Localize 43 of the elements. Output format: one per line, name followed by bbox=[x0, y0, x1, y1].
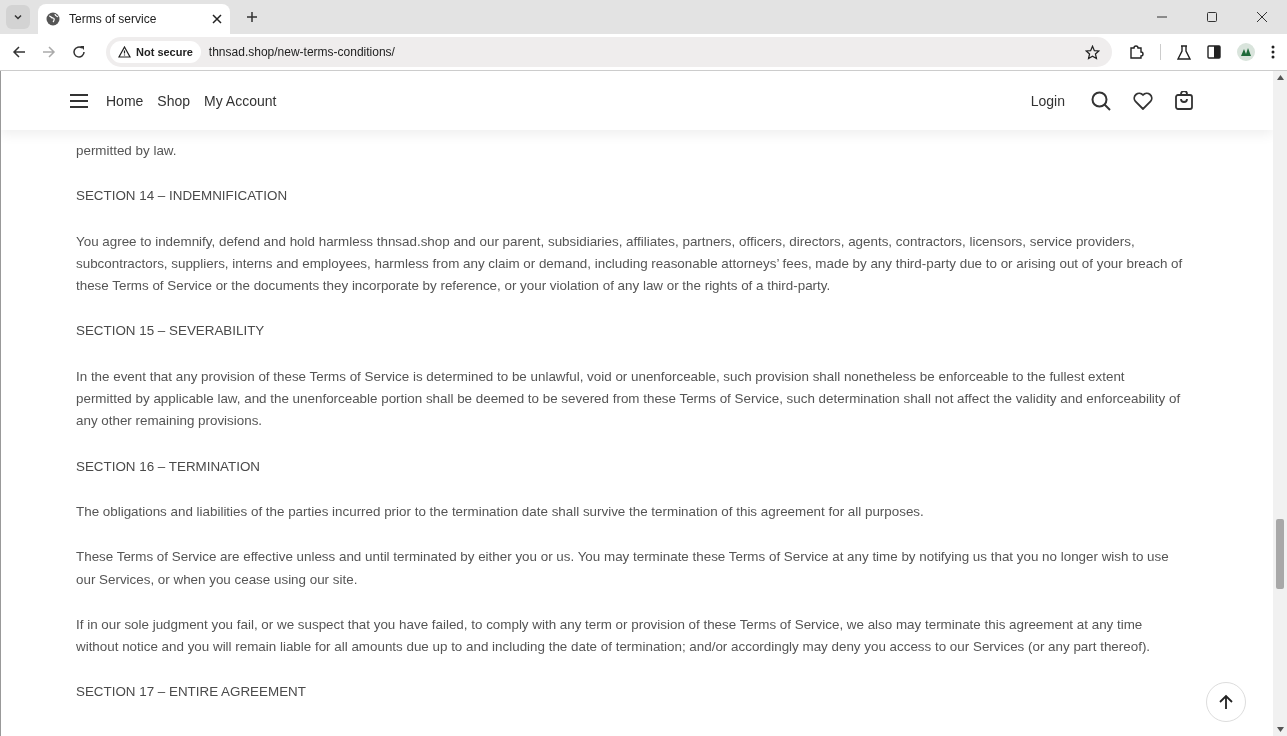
back-to-top-button[interactable] bbox=[1206, 682, 1246, 722]
hamburger-menu-icon[interactable] bbox=[70, 93, 88, 108]
scroll-up-icon[interactable] bbox=[1276, 75, 1284, 80]
login-link[interactable]: Login bbox=[1030, 92, 1065, 109]
puzzle-icon[interactable] bbox=[1128, 44, 1144, 60]
reload-icon[interactable] bbox=[72, 45, 86, 59]
scrollbar-thumb[interactable] bbox=[1276, 518, 1284, 589]
security-label: Not secure bbox=[136, 46, 193, 58]
star-icon[interactable] bbox=[1085, 44, 1100, 60]
close-window-icon[interactable] bbox=[1256, 11, 1268, 23]
paragraph: In the event that any provision of these Terms of Service is determined to be unlawful, void or unenforceable, such provision shall nonetheless be enforceable to the fullest extent permitted by applicable law, and the unenforceable portion shall be deemed to be severed from these Terms of Service, such determination shall not affect the validity and enforceability of any other remaining provisions. bbox=[76, 367, 1182, 431]
nav-link[interactable]: Shop bbox=[157, 92, 191, 109]
side-panel-icon[interactable] bbox=[1207, 45, 1221, 59]
profile-avatar[interactable] bbox=[1237, 43, 1255, 61]
security-chip[interactable]: Not secure bbox=[110, 41, 201, 63]
url-text: thnsad.shop/new-terms-conditions/ bbox=[208, 45, 396, 59]
new-tab-icon[interactable] bbox=[246, 11, 258, 23]
arrow-up-icon bbox=[1218, 694, 1234, 710]
maximize-icon[interactable] bbox=[1206, 11, 1218, 23]
address-bar[interactable]: Not secure thnsad.shop/new-terms-conditions/ bbox=[106, 37, 1112, 67]
paragraph: permitted by law. bbox=[76, 142, 178, 160]
section-heading: SECTION 15 – SEVERABILITY bbox=[76, 322, 266, 341]
section-heading: SECTION 14 – INDEMNIFICATION bbox=[76, 187, 289, 206]
search-icon[interactable] bbox=[1091, 90, 1111, 111]
shopping-bag-icon[interactable] bbox=[1175, 91, 1193, 110]
tab-title: Terms of service bbox=[69, 12, 158, 26]
flask-icon[interactable] bbox=[1177, 44, 1191, 60]
scroll-down-icon[interactable] bbox=[1276, 727, 1284, 732]
section-heading: SECTION 17 – ENTIRE AGREEMENT bbox=[76, 683, 307, 702]
chevron-down-icon bbox=[13, 12, 23, 22]
section-heading: SECTION 16 – TERMINATION bbox=[76, 457, 262, 476]
paragraph: These Terms of Service are effective unless and until terminated by either you or us. You may terminate these Terms of Service at any time by notifying us that you no longer wish to use our Services, or when you cease using our site. bbox=[76, 548, 1170, 589]
menu-icon[interactable] bbox=[1271, 45, 1275, 59]
paragraph: If in our sole judgment you fail, or we suspect that you have failed, to comply with any term or provision of these Terms of Service, we also may terminate this agreement at any time without notice and you will remain liable for all amounts due up to and including the date of termination; and/or accordingly may deny you access to our Services (or any part thereof). bbox=[76, 615, 1152, 657]
back-icon[interactable] bbox=[12, 45, 26, 59]
paragraph: You agree to indemnify, defend and hold harmless thnsad.shop and our parent, subsidiaries, affiliates, partners, officers, directors, agents, contractors, licensors, service providers, subcontractors, suppliers, interns and employees, harmless from any claim or demand, including reasonable attorneys’ fees, made by any third-party due to or arising out of your breach of these Terms of Service or the documents they incorporate by reference, or your violation of any law or the rights of a third-party. bbox=[76, 232, 1183, 296]
nav-link[interactable]: My Account bbox=[204, 92, 277, 109]
browser-tab[interactable]: Terms of service bbox=[38, 4, 230, 34]
nav-link[interactable]: Home bbox=[106, 92, 144, 109]
heart-icon[interactable] bbox=[1133, 91, 1153, 110]
close-icon[interactable] bbox=[212, 14, 222, 24]
paragraph: The obligations and liabilities of the parties incurred prior to the termination date shall survive the termination of this agreement for all purposes. bbox=[76, 502, 925, 521]
warning-icon bbox=[118, 46, 131, 58]
